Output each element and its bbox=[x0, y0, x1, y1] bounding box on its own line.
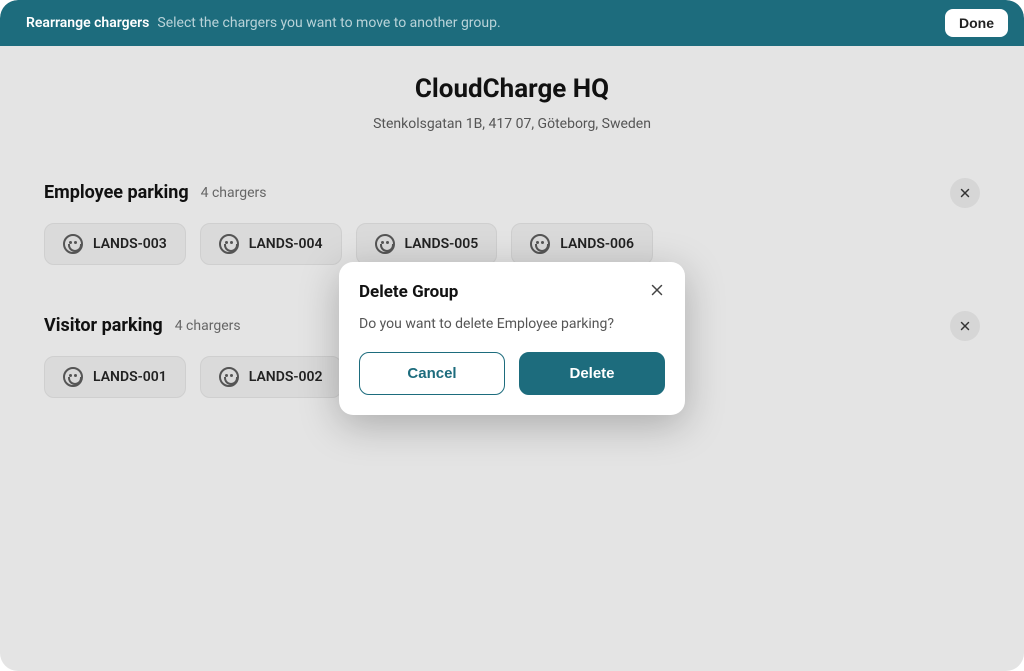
delete-group-modal: Delete Group Do you want to delete Emplo… bbox=[339, 262, 685, 415]
app-frame: Rearrange chargers Select the chargers y… bbox=[0, 0, 1024, 671]
modal-close-button[interactable] bbox=[643, 276, 671, 304]
delete-button[interactable]: Delete bbox=[519, 352, 665, 395]
cancel-button[interactable]: Cancel bbox=[359, 352, 505, 395]
modal-title: Delete Group bbox=[359, 282, 665, 302]
modal-body: Do you want to delete Employee parking? bbox=[359, 316, 665, 332]
modal-actions: Cancel Delete bbox=[359, 352, 665, 395]
close-icon bbox=[648, 281, 666, 299]
modal-overlay: Delete Group Do you want to delete Emplo… bbox=[0, 0, 1024, 671]
